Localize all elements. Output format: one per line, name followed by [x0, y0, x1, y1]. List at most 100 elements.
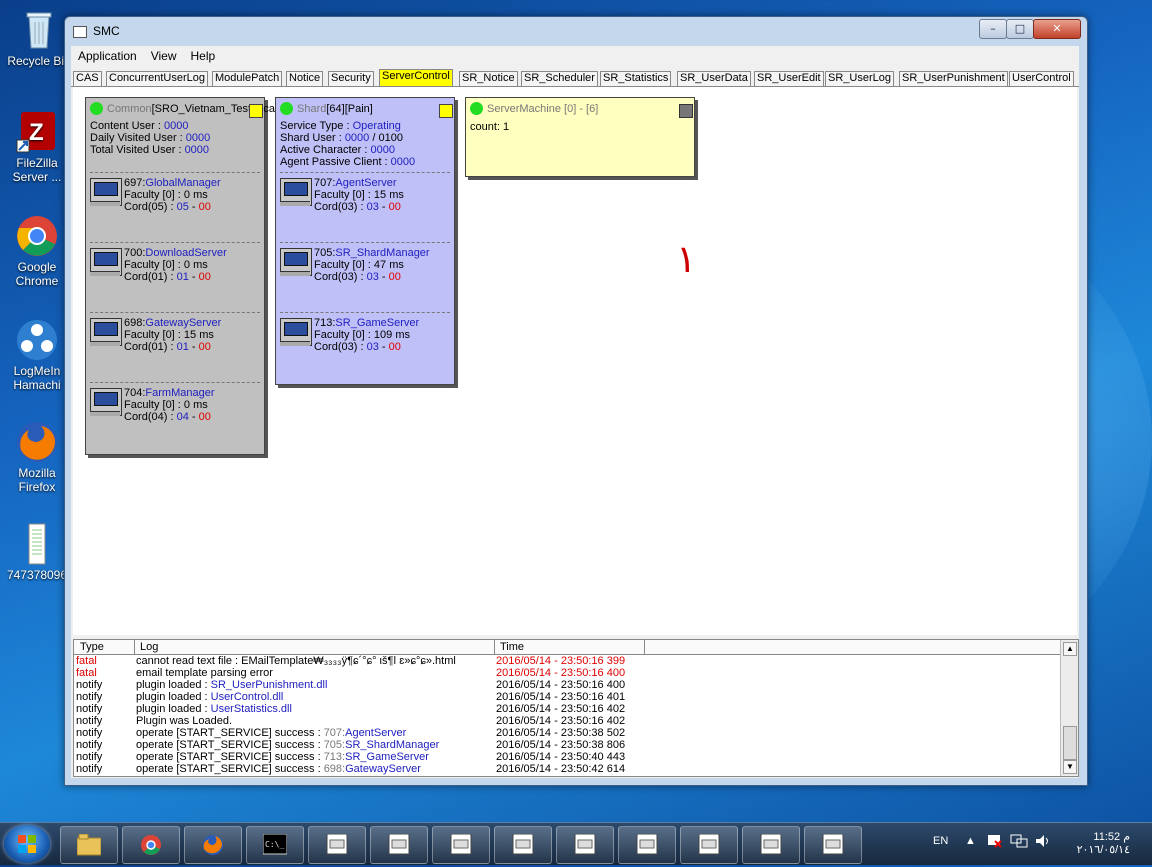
gray-flag-icon [679, 104, 693, 118]
window-icon [573, 833, 597, 856]
shard-stats: Service Type : Operating Shard User : 00… [280, 120, 415, 168]
taskbar-window-button[interactable] [432, 826, 490, 864]
tab-sr-userlog[interactable]: SR_UserLog [825, 71, 894, 86]
maximize-button[interactable]: □ [1006, 19, 1034, 39]
smc-window: SMC – □ ✕ Application View Help CAS Concur… [64, 16, 1088, 786]
server-name[interactable]: AgentServer [335, 177, 396, 189]
taskbar-window-button[interactable] [804, 826, 862, 864]
hamachi-icon [15, 318, 59, 362]
log-time: 2016/05/14 - 23:50:38 806 [496, 739, 626, 751]
taskbar-window-button[interactable] [742, 826, 800, 864]
divider [280, 312, 450, 313]
tab-cas[interactable]: CAS [73, 71, 102, 86]
status-led [280, 102, 293, 115]
column-type[interactable]: Type [80, 641, 104, 653]
menu-view[interactable]: View [144, 46, 184, 66]
desktop-icon-document[interactable]: 747378096 [0, 522, 74, 582]
shard-panel-header: Shard[64][Pain] [280, 102, 373, 115]
log-message: cannot read text file : EMailTemplate₩₃₃… [136, 655, 456, 667]
tab-sr-scheduler[interactable]: SR_Scheduler [521, 71, 598, 86]
menu-help[interactable]: Help [184, 46, 223, 66]
start-button[interactable] [4, 825, 50, 863]
log-type: notify [76, 691, 103, 703]
volume-icon[interactable] [1034, 833, 1052, 852]
desktop-icon-hamachi[interactable]: LogMeIn Hamachi [0, 318, 74, 392]
taskbar-cmd[interactable]: C:\_ [246, 826, 304, 864]
server-name[interactable]: GatewayServer [145, 317, 221, 329]
window-icon [821, 833, 845, 856]
scroll-down-button[interactable]: ▼ [1063, 760, 1077, 774]
chrome-icon [139, 834, 163, 856]
taskbar-window-button[interactable] [308, 826, 366, 864]
yellow-flag-icon [249, 104, 263, 118]
desktop-icon-filezilla[interactable]: Z FileZilla Server ... [0, 110, 74, 184]
log-time: 2016/05/14 - 23:50:16 400 [496, 679, 626, 691]
common-stats: Content User : 0000 Daily Visited User :… [90, 120, 210, 156]
taskbar-window-button[interactable] [618, 826, 676, 864]
tab-sr-notice[interactable]: SR_Notice [459, 71, 518, 86]
tab-usercontrol[interactable]: UserControl [1009, 71, 1074, 86]
log-message: plugin loaded : UserStatistics.dll [136, 703, 292, 715]
window-icon [325, 833, 349, 856]
machine-title: ServerMachine [0] - [6] [487, 103, 599, 115]
taskbar-window-button[interactable] [556, 826, 614, 864]
tab-sr-userpunishment[interactable]: SR_UserPunishment [899, 71, 1008, 86]
desktop-icon-firefox[interactable]: Mozilla Firefox [0, 420, 74, 494]
tab-sr-useredit[interactable]: SR_UserEdit [754, 71, 824, 86]
taskbar-explorer[interactable] [60, 826, 118, 864]
window-icon [511, 833, 535, 856]
taskbar-window-button[interactable] [494, 826, 552, 864]
server-name[interactable]: FarmManager [145, 387, 214, 399]
column-log[interactable]: Log [140, 641, 158, 653]
taskbar-window-button[interactable] [680, 826, 738, 864]
clock[interactable]: 11:52 م ٢٠١٦/٠٥/١٤ [1074, 830, 1130, 856]
monitor-icon [280, 318, 312, 346]
show-hidden-icons[interactable]: ▲ [965, 835, 976, 847]
log-time: 2016/05/14 - 23:50:16 400 [496, 667, 626, 679]
server-name[interactable]: GlobalManager [145, 177, 220, 189]
recycle-bin-icon [17, 8, 61, 52]
tab-servercontrol[interactable]: ServerControl [379, 69, 453, 86]
tab-modulepatch[interactable]: ModulePatch [212, 71, 283, 86]
scroll-up-button[interactable]: ▲ [1063, 642, 1077, 656]
tab-sr-userdata[interactable]: SR_UserData [677, 71, 751, 86]
log-scrollbar[interactable]: ▲ ▼ [1060, 640, 1078, 776]
log-message: plugin loaded : UserControl.dll [136, 691, 284, 703]
taskbar-window-button[interactable] [370, 826, 428, 864]
shard-title-prefix: Shard [297, 103, 327, 115]
monitor-icon [280, 178, 312, 206]
tab-concurrentuserlog[interactable]: ConcurrentUserLog [106, 71, 208, 86]
log-list[interactable]: Type Log Time fatal cannot read text file… [73, 639, 1079, 777]
scroll-thumb[interactable] [1063, 726, 1077, 760]
divider [90, 242, 260, 243]
network-icon[interactable] [1010, 833, 1028, 852]
title-bar[interactable]: SMC – □ ✕ [65, 17, 1087, 45]
server-name[interactable]: DownloadServer [145, 247, 226, 259]
menu-application[interactable]: Application [71, 46, 144, 66]
close-button[interactable]: ✕ [1033, 19, 1081, 39]
log-type: notify [76, 715, 103, 727]
language-indicator[interactable]: EN [933, 835, 948, 847]
shard-panel[interactable]: Shard[64][Pain] Service Type : Operating… [275, 97, 455, 385]
taskbar-chrome[interactable] [122, 826, 180, 864]
tab-security[interactable]: Security [328, 71, 374, 86]
log-time: 2016/05/14 - 23:50:16 402 [496, 715, 626, 727]
column-time[interactable]: Time [500, 641, 524, 653]
tab-notice[interactable]: Notice [286, 71, 324, 86]
server-machine-panel[interactable]: ServerMachine [0] - [6] count: 1 [465, 97, 695, 177]
minimize-button[interactable]: – [979, 19, 1007, 39]
window-icon [449, 833, 473, 856]
tab-strip: CAS ConcurrentUserLog ModulePatch Notice… [71, 69, 1079, 87]
log-message: plugin loaded : SR_UserPunishment.dll [136, 679, 328, 691]
clock-time: 11:52 م [1093, 831, 1130, 843]
server-name[interactable]: SR_ShardManager [335, 247, 429, 259]
server-name[interactable]: SR_GameServer [335, 317, 419, 329]
desktop-icon-chrome[interactable]: Google Chrome [0, 214, 74, 288]
divider [90, 172, 260, 173]
action-center-icon[interactable] [986, 833, 1002, 852]
chrome-icon [15, 214, 59, 258]
log-time: 2016/05/14 - 23:50:16 399 [496, 655, 626, 667]
tab-sr-statistics[interactable]: SR_Statistics [600, 71, 672, 86]
taskbar-firefox[interactable] [184, 826, 242, 864]
common-panel[interactable]: Common[SRO_Vietnam_TestLocal] Content Us… [85, 97, 280, 455]
